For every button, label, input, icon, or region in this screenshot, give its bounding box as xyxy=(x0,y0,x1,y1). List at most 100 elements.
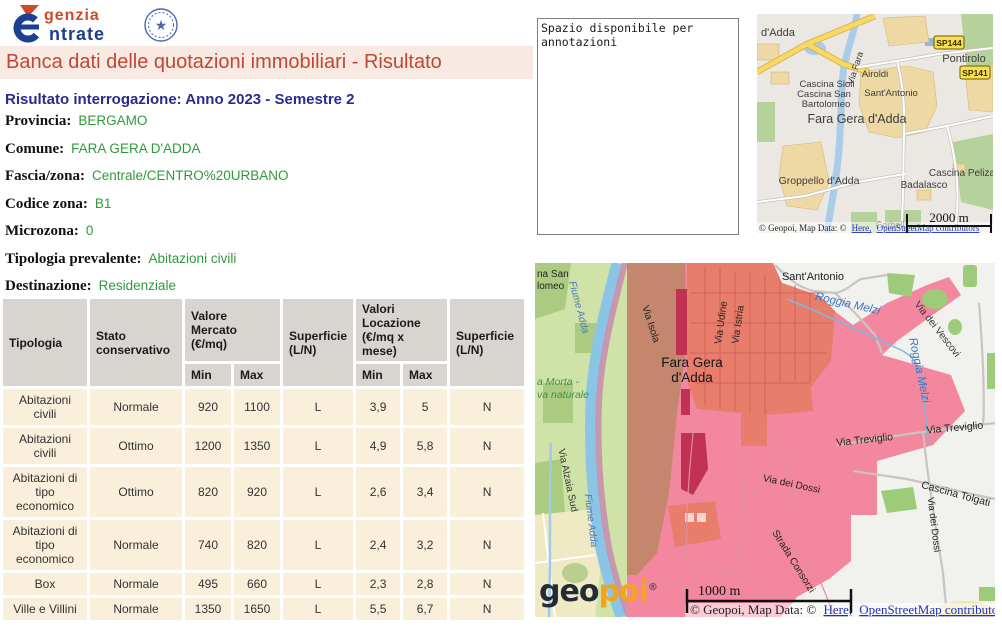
cell-superficie: L xyxy=(283,598,353,620)
cell-tipologia: Box xyxy=(3,573,87,595)
result-heading: Risultato interrogazione: Anno 2023 - Se… xyxy=(5,91,355,108)
quotations-table: Tipologia Stato conservativo Valore Merc… xyxy=(0,296,527,623)
col-vm-max: Max xyxy=(234,364,280,386)
zone-polygon-urban-south xyxy=(668,501,721,547)
road-shield-sp144: SP144 xyxy=(934,36,964,49)
map-attribution: © Geopoi, Map Data: © Here, OpenStreetMa… xyxy=(690,602,995,617)
cell-vl-max: 5,8 xyxy=(403,428,447,464)
road-shield-sp141: SP141 xyxy=(960,66,990,79)
table-row: Abitazioni di tipo economico Normale 740… xyxy=(3,520,524,570)
table-row: Abitazioni civili Ottimo 1200 1350 L 4,9… xyxy=(3,428,524,464)
cell-superficie-2: N xyxy=(450,573,524,595)
cell-vl-min: 5,5 xyxy=(356,598,400,620)
field-label: Codice zona: xyxy=(5,196,88,212)
cell-superficie-2: N xyxy=(450,389,524,425)
attribution-text: © Geopoi, Map Data: © xyxy=(759,223,847,233)
col-superficie: Superficie (L/N) xyxy=(283,299,353,386)
map-label-bartolomeo: Bartolomeo xyxy=(802,99,851,110)
field-label: Destinazione: xyxy=(5,278,92,294)
col-stato-conservativo: Stato conservativo xyxy=(90,299,182,386)
here-link[interactable]: Here, xyxy=(824,602,853,617)
cell-superficie-2: N xyxy=(450,598,524,620)
cell-vl-max: 6,7 xyxy=(403,598,447,620)
agenzia-entrate-logo-icon: genzia ntrate ★ xyxy=(8,3,184,45)
cell-superficie-2: N xyxy=(450,428,524,464)
table-row: Ville e Villini Normale 1350 1650 L 5,5 … xyxy=(3,598,524,620)
cell-superficie: L xyxy=(283,428,353,464)
cell-vl-max: 5 xyxy=(403,389,447,425)
cell-stato: Ottimo xyxy=(90,467,182,517)
logo-word-ntrate: ntrate xyxy=(49,24,105,44)
field-value: FARA GERA D'ADDA xyxy=(71,141,200,156)
cell-superficie-2: N xyxy=(450,520,524,570)
field-provincia: Provincia:BERGAMO xyxy=(5,112,289,140)
cell-tipologia: Ville e Villini xyxy=(3,598,87,620)
cell-vl-min: 2,4 xyxy=(356,520,400,570)
map-label-sant-antonio: Sant'Antonio xyxy=(864,88,918,99)
geopoi-logo-poi: poi xyxy=(598,574,647,609)
table-row: Abitazioni di tipo economico Ottimo 820 … xyxy=(3,467,524,517)
field-value: Abitazioni civili xyxy=(149,251,237,266)
shield-label: SP144 xyxy=(936,38,962,48)
cell-stato: Normale xyxy=(90,389,182,425)
result-fields: Provincia:BERGAMO Comune:FARA GERA D'ADD… xyxy=(5,112,289,305)
map-label-d-adda: d'Adda xyxy=(671,370,713,385)
cell-vm-min: 920 xyxy=(185,389,231,425)
cell-vm-max: 820 xyxy=(234,520,280,570)
map-label-cascina-san-cut: na San xyxy=(537,269,569,280)
scale-label: 1000 m xyxy=(698,584,741,599)
cell-tipologia: Abitazioni civili xyxy=(3,428,87,464)
cell-vl-max: 2,8 xyxy=(403,573,447,595)
col-valori-locazione: Valori Locazione (€/mq x mese) xyxy=(356,299,447,361)
col-valore-mercato: Valore Mercato (€/mq) xyxy=(185,299,280,361)
geopoi-logo: geopoi® xyxy=(539,573,658,607)
geopoi-logo-geo: geo xyxy=(539,574,598,609)
map-label-airoldi: Airoldi xyxy=(862,69,888,80)
here-link[interactable]: Here, xyxy=(852,223,872,233)
cell-vm-max: 1350 xyxy=(234,428,280,464)
map-label-bartolomeo-cut: lomeo xyxy=(537,281,565,292)
field-value: B1 xyxy=(95,196,112,211)
cell-vm-max: 1650 xyxy=(234,598,280,620)
page-title: Banca dati delle quotazioni immobiliari … xyxy=(0,46,533,79)
map-label-sant-antonio: Sant'Antonio xyxy=(782,271,844,283)
cell-vm-min: 740 xyxy=(185,520,231,570)
courtyard xyxy=(697,513,706,522)
field-value: Centrale/CENTRO%20URBANO xyxy=(92,168,289,183)
cell-vm-min: 820 xyxy=(185,467,231,517)
table-row: Abitazioni civili Normale 920 1100 L 3,9… xyxy=(3,389,524,425)
cell-vl-max: 3,4 xyxy=(403,467,447,517)
field-fascia-zona: Fascia/zona:Centrale/CENTRO%20URBANO xyxy=(5,167,289,195)
annotations-textarea[interactable]: Spazio disponibile per annotazioni xyxy=(537,18,739,235)
cell-vm-min: 1350 xyxy=(185,598,231,620)
agenzia-entrate-logo: genzia ntrate ★ xyxy=(8,3,184,45)
cell-stato: Normale xyxy=(90,598,182,620)
col-superficie-2: Superficie (L/N) xyxy=(450,299,524,386)
openstreetmap-link[interactable]: OpenStreetMap contributors xyxy=(859,602,995,617)
map-label-cascina-peliza: Cascina Peliza xyxy=(929,168,993,179)
registered-mark: ® xyxy=(648,582,658,593)
state-emblem-icon: ★ xyxy=(145,9,177,41)
cell-vm-max: 660 xyxy=(234,573,280,595)
map-label-fara-gera: Fara Gera xyxy=(661,355,723,370)
cell-superficie-2: N xyxy=(450,467,524,517)
table-row: Box Normale 495 660 L 2,3 2,8 N xyxy=(3,573,524,595)
field-label: Microzona: xyxy=(5,223,79,239)
cell-tipologia: Abitazioni civili xyxy=(3,389,87,425)
cell-stato: Ottimo xyxy=(90,428,182,464)
cell-vm-min: 1200 xyxy=(185,428,231,464)
cell-vl-max: 3,2 xyxy=(403,520,447,570)
map-label-pontirolo: Pontirolo xyxy=(942,53,985,65)
map-label-fara-gera-d-adda: Fara Gera d'Adda xyxy=(808,112,907,126)
field-value: Residenziale xyxy=(99,278,176,293)
cell-vl-min: 2,6 xyxy=(356,467,400,517)
field-value: BERGAMO xyxy=(78,113,147,128)
cell-superficie: L xyxy=(283,573,353,595)
cell-vl-min: 2,3 xyxy=(356,573,400,595)
col-vm-min: Min xyxy=(185,364,231,386)
cell-tipologia: Abitazioni di tipo economico xyxy=(3,467,87,517)
field-value: 0 xyxy=(86,223,94,238)
map-label-d-adda: d'Adda xyxy=(761,27,796,39)
cell-vm-min: 495 xyxy=(185,573,231,595)
cell-tipologia: Abitazioni di tipo economico xyxy=(3,520,87,570)
